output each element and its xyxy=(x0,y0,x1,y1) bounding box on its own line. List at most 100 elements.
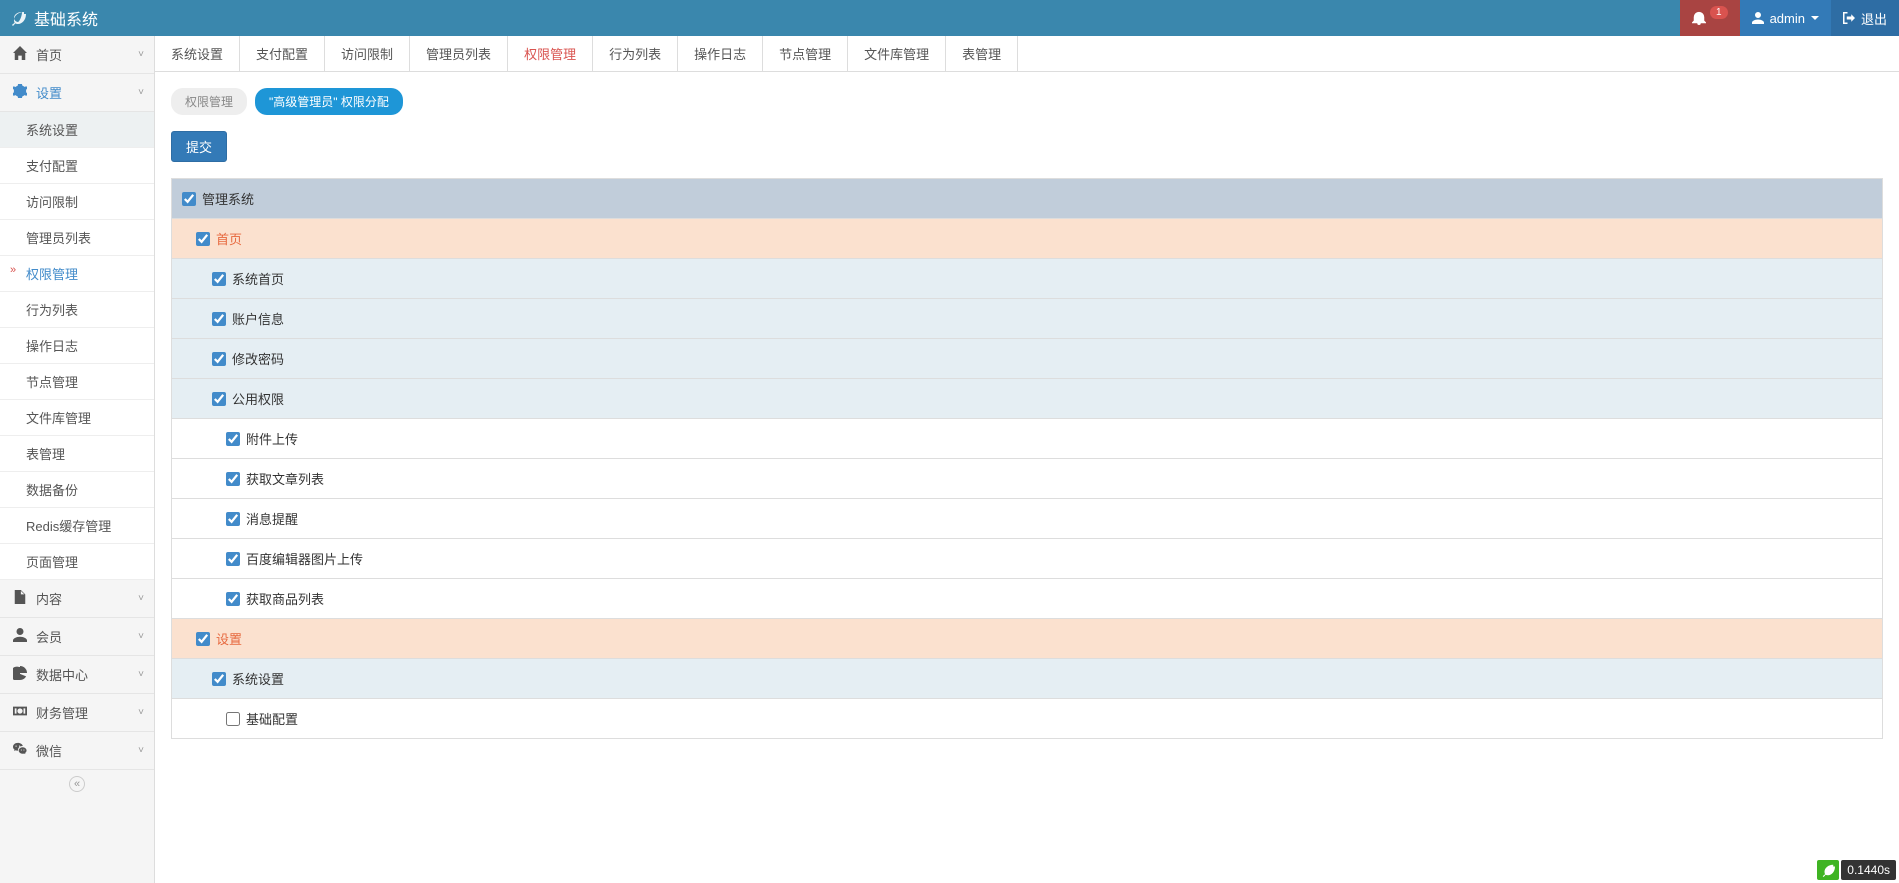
sidebar-group-label: 首页 xyxy=(36,45,62,64)
perm-row-1: 首页 xyxy=(172,219,1882,259)
perm-row-5: 公用权限 xyxy=(172,379,1882,419)
debug-time: 0.1440s xyxy=(1841,860,1896,880)
tab-8[interactable]: 文件库管理 xyxy=(848,36,946,71)
sidebar-item-1-12[interactable]: 页面管理 xyxy=(0,544,154,580)
perm-checkbox-10[interactable] xyxy=(226,592,240,606)
perm-label: 系统设置 xyxy=(232,669,284,688)
perm-checkbox-9[interactable] xyxy=(226,552,240,566)
chevron-down-icon: ˅ xyxy=(138,707,144,718)
sidebar-group-0[interactable]: 首页˅ xyxy=(0,36,154,74)
perm-checkbox-7[interactable] xyxy=(226,472,240,486)
perm-checkbox-3[interactable] xyxy=(212,312,226,326)
tab-7[interactable]: 节点管理 xyxy=(763,36,848,71)
chevron-down-icon: ˅ xyxy=(138,593,144,604)
sidebar-item-1-0[interactable]: 系统设置 xyxy=(0,112,154,148)
perm-checkbox-5[interactable] xyxy=(212,392,226,406)
sidebar-item-1-5[interactable]: 行为列表 xyxy=(0,292,154,328)
perm-checkbox-6[interactable] xyxy=(226,432,240,446)
brand-text: 基础系统 xyxy=(34,6,98,30)
sidebar-item-1-2[interactable]: 访问限制 xyxy=(0,184,154,220)
user-icon xyxy=(10,628,30,645)
sidebar-group-6[interactable]: 微信 ˅ xyxy=(0,732,154,769)
sidebar-item-1-9[interactable]: 表管理 xyxy=(0,436,154,472)
tab-3[interactable]: 管理员列表 xyxy=(410,36,508,71)
submit-button[interactable]: 提交 xyxy=(171,131,227,162)
tab-9[interactable]: 表管理 xyxy=(946,36,1018,71)
perm-row-7: 获取文章列表 xyxy=(172,459,1882,499)
perm-checkbox-0[interactable] xyxy=(182,192,196,206)
logout-button[interactable]: 退出 xyxy=(1831,0,1899,36)
perm-label: 修改密码 xyxy=(232,349,284,368)
caret-down-icon xyxy=(1811,14,1819,22)
sidebar-item-1-10[interactable]: 数据备份 xyxy=(0,472,154,508)
sidebar-group-2[interactable]: 内容˅ xyxy=(0,580,154,618)
gear-icon xyxy=(10,84,30,101)
perm-checkbox-1[interactable] xyxy=(196,232,210,246)
perm-label: 获取商品列表 xyxy=(246,589,324,608)
sidebar-group-label: 微信 xyxy=(36,741,62,760)
perm-row-13: 基础配置 xyxy=(172,699,1882,738)
sidebar-collapse-button[interactable]: « xyxy=(0,769,154,798)
perm-checkbox-12[interactable] xyxy=(212,672,226,686)
chevron-down-icon: ˅ xyxy=(138,745,144,756)
chevron-down-icon: ˅ xyxy=(138,631,144,642)
signout-icon xyxy=(1843,12,1855,24)
tab-6[interactable]: 操作日志 xyxy=(678,36,763,71)
sidebar-group-label: 设置 xyxy=(36,83,62,102)
perm-checkbox-13[interactable] xyxy=(226,712,240,726)
bell-icon xyxy=(1692,11,1706,25)
tab-2[interactable]: 访问限制 xyxy=(325,36,410,71)
notification-badge: 1 xyxy=(1710,6,1728,19)
chevron-left-icon: « xyxy=(69,776,85,792)
sidebar-item-1-4[interactable]: 权限管理 xyxy=(0,256,154,292)
perm-checkbox-2[interactable] xyxy=(212,272,226,286)
tab-4[interactable]: 权限管理 xyxy=(508,36,593,71)
sidebar-group-3[interactable]: 会员 ˅ xyxy=(0,618,154,656)
wechat-icon xyxy=(10,742,30,759)
perm-label: 首页 xyxy=(216,229,242,248)
crumb-1[interactable]: "高级管理员" 权限分配 xyxy=(255,88,403,115)
perm-row-2: 系统首页 xyxy=(172,259,1882,299)
permission-tree: 管理系统首页系统首页账户信息修改密码公用权限附件上传获取文章列表消息提醒百度编辑… xyxy=(171,178,1883,739)
sidebar-item-1-11[interactable]: Redis缓存管理 xyxy=(0,508,154,544)
sidebar-group-5[interactable]: 财务管理˅ xyxy=(0,694,154,732)
sidebar: 首页˅设置˅系统设置支付配置访问限制管理员列表权限管理行为列表操作日志节点管理文… xyxy=(0,36,155,883)
header: 基础系统 1 admin 退出 xyxy=(0,0,1899,36)
perm-checkbox-4[interactable] xyxy=(212,352,226,366)
sidebar-item-1-8[interactable]: 文件库管理 xyxy=(0,400,154,436)
perm-checkbox-11[interactable] xyxy=(196,632,210,646)
tab-1[interactable]: 支付配置 xyxy=(240,36,325,71)
perm-row-0: 管理系统 xyxy=(172,179,1882,219)
sidebar-item-1-7[interactable]: 节点管理 xyxy=(0,364,154,400)
sidebar-group-label: 会员 xyxy=(36,627,62,646)
perm-row-4: 修改密码 xyxy=(172,339,1882,379)
perm-row-12: 系统设置 xyxy=(172,659,1882,699)
perm-label: 设置 xyxy=(216,629,242,648)
sidebar-item-1-6[interactable]: 操作日志 xyxy=(0,328,154,364)
sidebar-group-label: 数据中心 xyxy=(36,665,88,684)
crumb-0[interactable]: 权限管理 xyxy=(171,88,247,115)
perm-label: 消息提醒 xyxy=(246,509,298,528)
sidebar-group-1[interactable]: 设置˅ xyxy=(0,74,154,112)
perm-row-9: 百度编辑器图片上传 xyxy=(172,539,1882,579)
notification-button[interactable]: 1 xyxy=(1680,0,1740,36)
file-icon xyxy=(10,590,30,607)
perm-label: 公用权限 xyxy=(232,389,284,408)
perm-row-3: 账户信息 xyxy=(172,299,1882,339)
sidebar-item-1-1[interactable]: 支付配置 xyxy=(0,148,154,184)
header-right: 1 admin 退出 xyxy=(1680,0,1899,36)
admin-dropdown[interactable]: admin xyxy=(1740,0,1831,36)
perm-label: 基础配置 xyxy=(246,709,298,728)
main: 系统设置支付配置访问限制管理员列表权限管理行为列表操作日志节点管理文件库管理表管… xyxy=(155,36,1899,883)
perm-label: 获取文章列表 xyxy=(246,469,324,488)
sidebar-group-4[interactable]: 数据中心˅ xyxy=(0,656,154,694)
perm-checkbox-8[interactable] xyxy=(226,512,240,526)
tab-5[interactable]: 行为列表 xyxy=(593,36,678,71)
pie-icon xyxy=(10,666,30,683)
sidebar-item-1-3[interactable]: 管理员列表 xyxy=(0,220,154,256)
perm-label: 管理系统 xyxy=(202,189,254,208)
tab-0[interactable]: 系统设置 xyxy=(155,36,240,71)
debug-bar: 0.1440s xyxy=(1817,860,1896,880)
tabs: 系统设置支付配置访问限制管理员列表权限管理行为列表操作日志节点管理文件库管理表管… xyxy=(155,36,1899,72)
debug-icon[interactable] xyxy=(1817,860,1839,880)
